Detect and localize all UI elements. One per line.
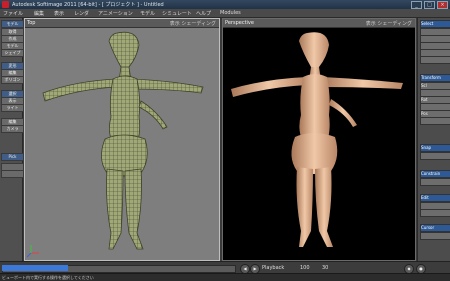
panel-constrain-header[interactable]: Constrain — [420, 170, 450, 178]
panel-position-field-2[interactable] — [420, 117, 450, 125]
timeline: ◀ ▶ Playback 100 30 ◆ ● — [0, 261, 450, 274]
panel-constrain-button[interactable] — [420, 178, 450, 186]
playback-label[interactable]: Playback — [262, 265, 284, 271]
maximize-button[interactable]: □ — [424, 1, 435, 9]
viewport-label[interactable]: Perspective — [225, 20, 254, 26]
menu-modules[interactable]: Modules — [220, 10, 241, 16]
panel-transform-header[interactable]: Transform — [420, 74, 450, 82]
rendered-model — [231, 32, 403, 247]
toolbar-pick-button[interactable]: Pick — [1, 153, 24, 161]
panel-cursor-button[interactable] — [420, 232, 450, 240]
toolbar-camera-button[interactable]: カメラ — [1, 125, 24, 133]
frame-field[interactable]: 100 — [300, 265, 310, 271]
status-message: ビューポート内で実行する操作を選択してください — [2, 275, 94, 280]
app-icon — [2, 1, 9, 8]
panel-edit-button-2[interactable] — [420, 209, 450, 217]
timeline-range-slider[interactable] — [2, 265, 68, 271]
panel-snap-header[interactable]: Snap — [420, 144, 450, 152]
axis-gizmo-icon — [26, 245, 39, 258]
viewport-perspective[interactable]: Perspective 表示 シェーディング — [222, 18, 416, 261]
toolbar-shape-button[interactable]: シェイプ — [1, 49, 24, 57]
title-bar: Autodesk Softimage 2011 [64-bit] - [ プロジ… — [0, 0, 450, 9]
menu-help[interactable]: ヘルプ — [196, 10, 211, 17]
viewport-menu[interactable]: 表示 シェーディング — [170, 20, 216, 27]
menu-animation[interactable]: アニメーション — [98, 10, 133, 17]
panel-select-header[interactable]: Select — [420, 20, 450, 28]
window-controls: _ □ × — [411, 1, 448, 9]
panel-cursor-header[interactable]: Cursor — [420, 224, 450, 232]
window-title: Autodesk Softimage 2011 [64-bit] - [ プロジ… — [12, 2, 164, 8]
viewport-label[interactable]: Top — [27, 20, 35, 26]
toolbar-polygon-button[interactable]: ポリゴン — [1, 76, 24, 84]
menu-simulate[interactable]: シミュレート — [162, 10, 192, 17]
fps-field[interactable]: 30 — [322, 265, 328, 271]
toolbar-light-button[interactable]: ライト — [1, 104, 24, 112]
menu-model[interactable]: モデル — [140, 10, 155, 17]
panel-edit-header[interactable]: Edit — [420, 194, 450, 202]
menu-render[interactable]: レンダ — [74, 10, 89, 17]
menu-file[interactable]: ファイル — [3, 10, 23, 17]
panel-select-button-5[interactable] — [420, 56, 450, 64]
right-toolbar: Select Transform Scl Rot Pos Snap Constr… — [417, 18, 450, 261]
close-button[interactable]: × — [437, 1, 448, 9]
menu-bar: ファイル 編集 表示 レンダ アニメーション モデル シミュレート ヘルプ Mo… — [0, 9, 450, 18]
viewport-menu[interactable]: 表示 シェーディング — [366, 20, 412, 27]
viewport-top[interactable]: Top 表示 シェーディング — [24, 18, 220, 261]
panel-snap-button[interactable] — [420, 152, 450, 160]
toolbar-blank-2[interactable] — [1, 170, 24, 178]
wireframe-model — [26, 31, 204, 258]
menu-view[interactable]: 表示 — [54, 10, 64, 17]
minimize-button[interactable]: _ — [411, 1, 422, 9]
left-toolbar: モデル 取得 作成 モデル シェイプ 変形 編集 ポリゴン 選択 表示 ライト … — [0, 18, 24, 261]
menu-edit[interactable]: 編集 — [34, 10, 44, 17]
status-bar: ビューポート内で実行する操作を選択してください — [0, 273, 450, 281]
toolbar-tab-model[interactable]: モデル — [1, 20, 24, 28]
